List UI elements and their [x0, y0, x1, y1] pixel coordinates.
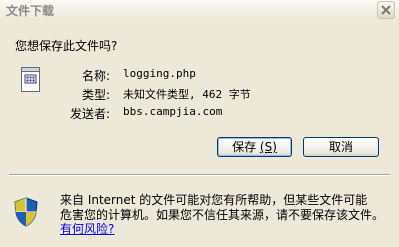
close-icon: [381, 5, 391, 15]
warning-text: 来自 Internet 的文件可能对您有所帮助，但某些文件可能 危害您的计算机。…: [60, 193, 390, 223]
warning-line-1: 来自 Internet 的文件可能对您有所帮助，但某些文件可能: [60, 193, 368, 207]
name-value: logging.php: [123, 67, 196, 80]
shield-icon: [14, 197, 38, 227]
name-label: 名称:: [81, 69, 110, 83]
cancel-button[interactable]: 取消: [303, 137, 379, 157]
from-label: 发送者:: [69, 107, 110, 121]
type-label: 类型:: [81, 88, 110, 102]
title-bar: 文件下载: [0, 0, 399, 20]
divider: [9, 174, 390, 176]
window-title: 文件下载: [6, 4, 55, 18]
file-icon: [21, 67, 40, 92]
save-button-label: 保存: [232, 140, 257, 154]
type-value: 未知文件类型, 462 字节: [123, 88, 251, 101]
close-button[interactable]: [377, 1, 395, 19]
save-button[interactable]: 保存 (S): [217, 137, 292, 157]
save-button-accelerator: (S): [259, 140, 277, 154]
from-value: bbs.campjia.com: [123, 105, 223, 118]
prompt-question: 您想保存此文件吗?: [15, 39, 118, 53]
risk-help-link[interactable]: 有何风险?: [60, 220, 114, 237]
